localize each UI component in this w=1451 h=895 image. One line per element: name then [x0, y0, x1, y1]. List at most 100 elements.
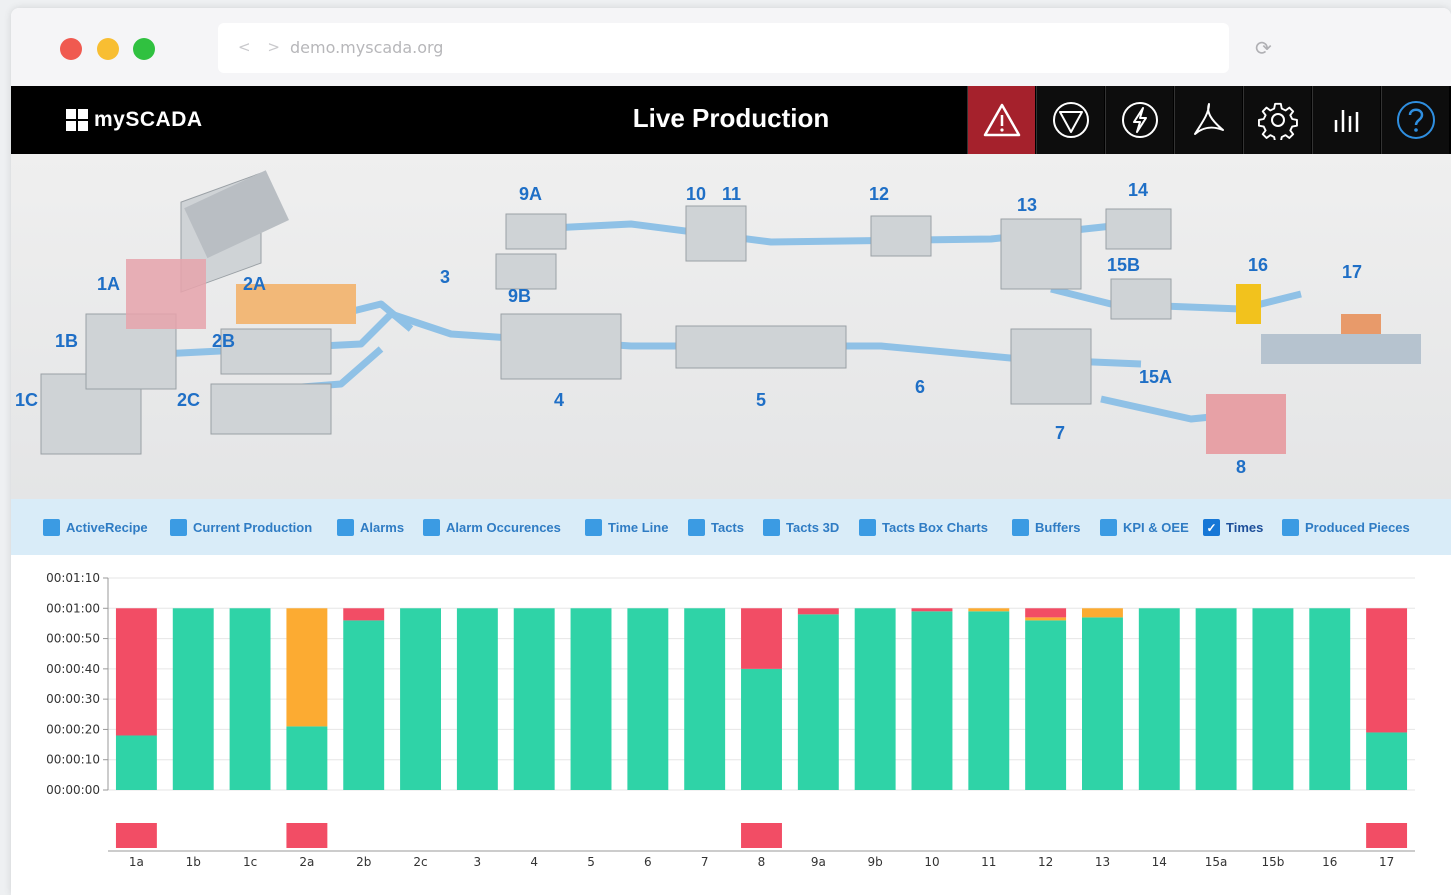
x-tick-label: 5 — [587, 855, 595, 869]
browser-window: < > demo.myscada.org ⟳ mySCADA Live Prod… — [11, 8, 1451, 895]
y-tick-label: 00:00:50 — [46, 632, 100, 646]
bar-segment — [1025, 608, 1067, 618]
address-bar[interactable]: < > demo.myscada.org — [218, 23, 1229, 73]
bar-segment — [1195, 608, 1237, 790]
bar-segment — [741, 608, 782, 669]
y-tick-label: 00:01:00 — [46, 601, 100, 615]
settings-button[interactable] — [1243, 86, 1311, 154]
reload-icon[interactable]: ⟳ — [1255, 36, 1272, 60]
station-label: 5 — [756, 390, 767, 410]
y-tick-label: 00:00:00 — [46, 783, 100, 797]
x-tick-label: 10 — [924, 855, 939, 869]
bar-segment — [286, 726, 328, 790]
checkbox[interactable] — [585, 519, 602, 536]
bar-segment — [456, 608, 498, 790]
legend-label: Alarms — [360, 520, 405, 535]
browser-chrome: < > demo.myscada.org ⟳ — [11, 8, 1451, 86]
station-label: 2A — [243, 274, 267, 294]
x-tick-label: 11 — [981, 855, 996, 869]
legend-item-alarm-occurences[interactable]: Alarm Occurences — [423, 519, 561, 536]
maximize-window-button[interactable] — [133, 38, 155, 60]
legend-item-produced-pieces[interactable]: Produced Pieces — [1282, 519, 1410, 536]
alarm-marker — [286, 823, 328, 848]
legend-label: Tacts — [711, 520, 744, 535]
checkbox[interactable] — [688, 519, 705, 536]
checkbox[interactable] — [337, 519, 354, 536]
checkbox[interactable] — [423, 519, 440, 536]
legend-item-activerecipe[interactable]: ActiveRecipe — [43, 519, 148, 536]
production-line-diagram — [40, 170, 1421, 455]
station-label: 1A — [97, 274, 121, 294]
bar-segment — [1025, 620, 1067, 790]
checkbox[interactable] — [170, 519, 187, 536]
legend-label: Current Production — [193, 520, 313, 535]
bar-segment — [968, 611, 1010, 790]
page-title: Live Production — [632, 103, 830, 133]
x-tick-label: 15b — [1261, 855, 1284, 869]
station-label: 17 — [1342, 262, 1363, 282]
x-tick-label: 1c — [243, 855, 257, 869]
legend-item-tacts-box-charts[interactable]: Tacts Box Charts — [859, 519, 988, 536]
power-icon — [1121, 102, 1158, 138]
bar-segment — [1025, 617, 1067, 621]
station-label: 14 — [1128, 180, 1149, 200]
view-selector-legend: ActiveRecipe Current Production Alarms A… — [11, 499, 1451, 555]
bar-segment — [1252, 608, 1294, 790]
bar-segment — [1138, 608, 1180, 790]
bar-segment — [115, 608, 157, 736]
station-label: 16 — [1248, 255, 1269, 275]
legend-item-current-production[interactable]: Current Production — [170, 519, 312, 536]
checkbox[interactable] — [763, 519, 780, 536]
mysada-logo: mySCADA — [66, 108, 203, 132]
production-line-3d-view[interactable]: 9A 10 11 12 13 14 1A 2A 3 9B 15B 16 17 1… — [11, 154, 1451, 499]
bar-segment — [513, 608, 555, 790]
legend-label: KPI & OEE — [1123, 520, 1189, 535]
checkbox-checked[interactable]: ✓ — [1203, 519, 1220, 536]
stop-icon — [1052, 102, 1089, 138]
legend-item-times[interactable]: ✓ Times — [1203, 519, 1263, 536]
x-tick-label: 1a — [129, 855, 144, 869]
legend-item-tacts[interactable]: Tacts — [688, 519, 744, 536]
x-tick-label: 15a — [1205, 855, 1228, 869]
checkbox[interactable] — [43, 519, 60, 536]
y-tick-label: 00:00:40 — [46, 662, 100, 676]
back-forward-icon[interactable]: < > — [238, 38, 286, 56]
x-tick-label: 14 — [1152, 855, 1167, 869]
checkbox[interactable] — [1100, 519, 1117, 536]
chart-icon — [1334, 110, 1358, 132]
power-button[interactable] — [1105, 86, 1173, 154]
bar-segment — [911, 611, 953, 790]
bar-segment — [968, 608, 1010, 612]
legend-label: Tacts Box Charts — [882, 520, 988, 535]
close-window-button[interactable] — [60, 38, 82, 60]
checkbox[interactable] — [1282, 519, 1299, 536]
station-label: 9B — [508, 286, 532, 306]
pdf-icon — [1193, 103, 1224, 135]
url-text[interactable]: demo.myscada.org — [290, 38, 443, 57]
bar-segment — [286, 608, 328, 727]
y-tick-label: 00:00:20 — [46, 722, 100, 736]
alarm-button[interactable] — [967, 86, 1035, 154]
minimize-window-button[interactable] — [97, 38, 119, 60]
checkbox[interactable] — [1012, 519, 1029, 536]
bar-segment — [741, 668, 782, 790]
pdf-button[interactable] — [1174, 86, 1242, 154]
legend-item-time-line[interactable]: Time Line — [585, 519, 668, 536]
legend-item-alarms[interactable]: Alarms — [337, 519, 404, 536]
station-label: 9A — [519, 184, 543, 204]
legend-label: Times — [1226, 520, 1264, 535]
legend-item-buffers[interactable]: Buffers — [1012, 519, 1081, 536]
station-label: 6 — [915, 377, 926, 397]
bar-segment — [1309, 608, 1351, 790]
bar-segment — [1081, 617, 1123, 790]
help-button[interactable] — [1381, 86, 1449, 154]
x-tick-label: 1b — [186, 855, 201, 869]
checkbox[interactable] — [859, 519, 876, 536]
statistics-button[interactable] — [1312, 86, 1380, 154]
legend-label: Time Line — [608, 520, 669, 535]
legend-label: Alarm Occurences — [446, 520, 561, 535]
legend-item-tacts-3d[interactable]: Tacts 3D — [763, 519, 839, 536]
legend-item-kpi-oee[interactable]: KPI & OEE — [1100, 519, 1189, 536]
bar-segment — [797, 614, 839, 790]
stop-button[interactable] — [1036, 86, 1104, 154]
